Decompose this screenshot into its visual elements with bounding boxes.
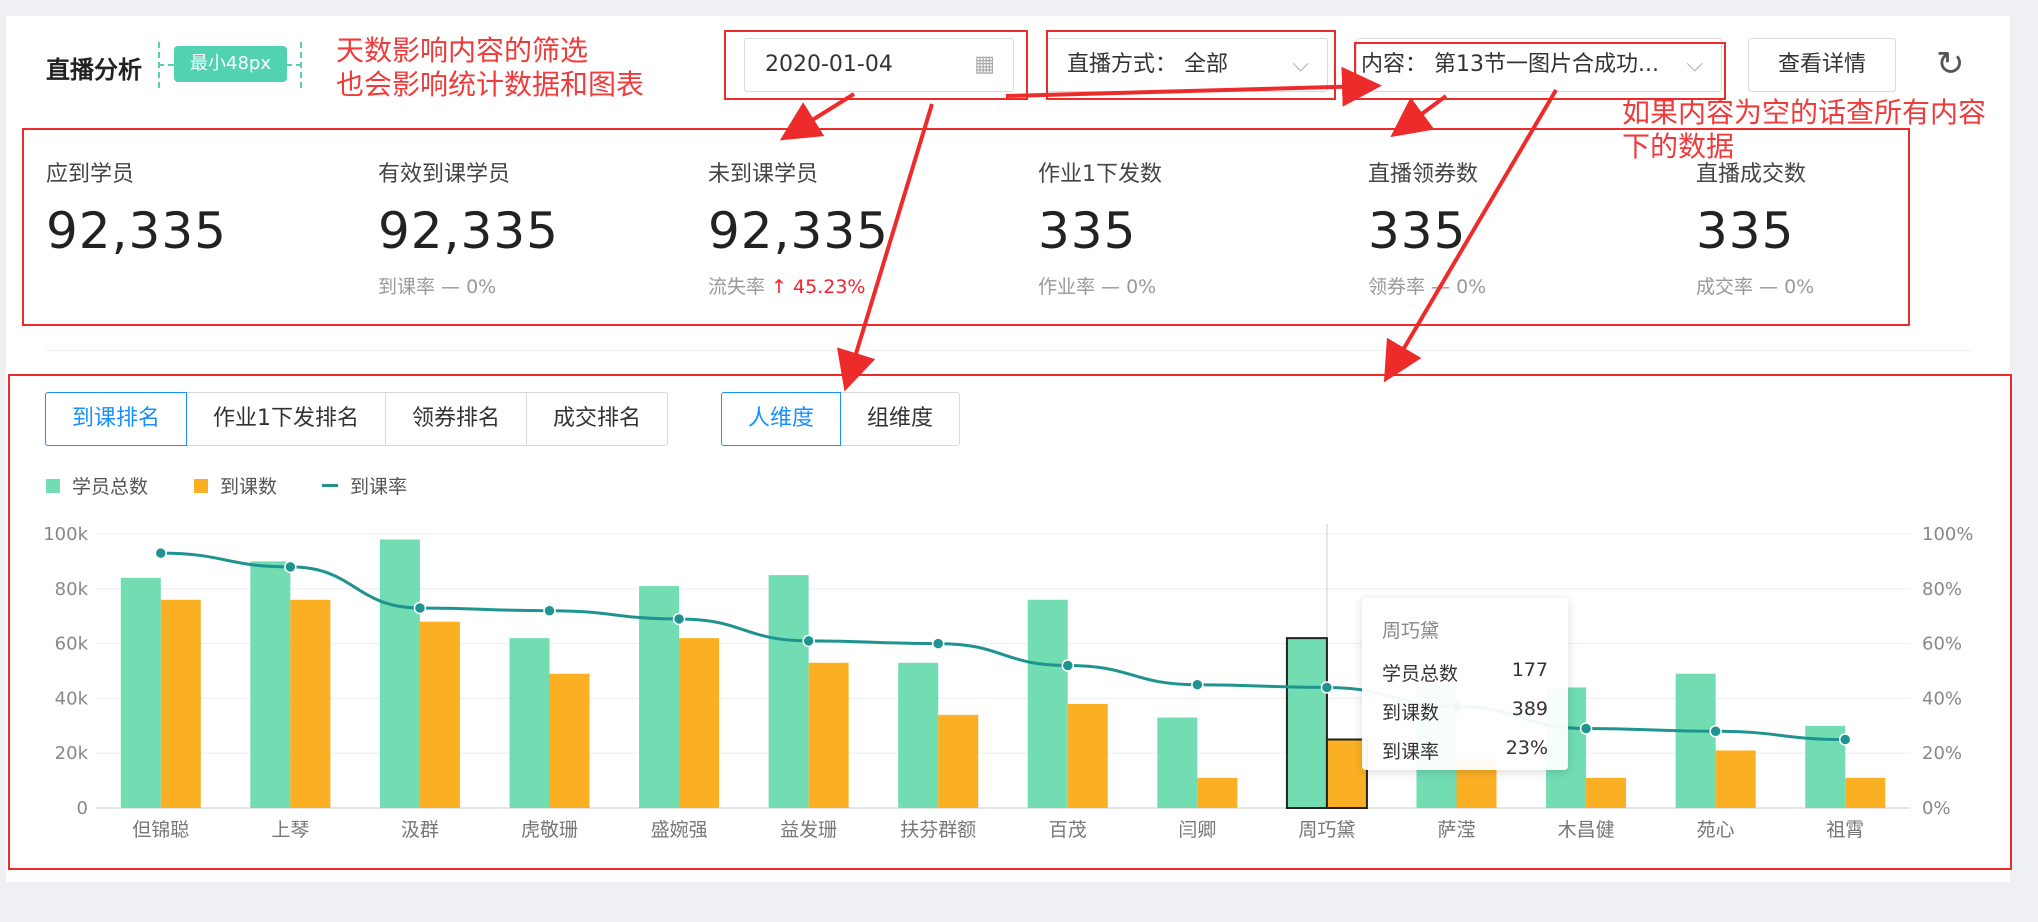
y-right-tick-label: 80%: [1922, 579, 1962, 600]
tooltip-row: 到课数 389: [1382, 698, 1548, 725]
tooltip-row: 到课率 23%: [1382, 737, 1548, 764]
bar-total: [509, 638, 550, 808]
tooltip-value: 389: [1511, 698, 1548, 720]
bar-total: [1157, 717, 1198, 808]
rate-point: [1320, 681, 1334, 694]
rate-point: [1061, 659, 1075, 672]
bar-attend: [290, 599, 331, 808]
page: 直播分析 最小48px 天数影响内容的筛选 也会影响统计数据和图表 2020-0…: [0, 0, 2038, 922]
x-category-label: 苑心: [1697, 819, 1735, 841]
y-left-tick-label: 80k: [55, 579, 89, 600]
bar-attend: [808, 662, 849, 808]
rate-point: [154, 546, 168, 560]
tab-attend-rank[interactable]: 到课排名: [45, 392, 188, 446]
tooltip-title: 周巧黛: [1382, 620, 1440, 642]
rate-point: [413, 601, 427, 615]
bar-attend: [679, 638, 720, 808]
bar-total: [250, 561, 291, 808]
bar-total: [1285, 637, 1328, 809]
x-category-label: 扶芬群额: [900, 819, 976, 841]
bar-attend: [1845, 777, 1886, 808]
attendance-chart: 0 0% 20k 20% 40k 40% 60k 60% 80k 80% 100k 100% 但锦聪 上琴…: [43, 524, 1973, 841]
rate-point: [1191, 678, 1204, 691]
rate-point: [931, 637, 945, 650]
rate-point: [1579, 722, 1593, 735]
y-right-tick-label: 60%: [1922, 634, 1962, 655]
x-category-label: 闫卿: [1178, 819, 1216, 841]
y-left-tick-label: 60k: [55, 634, 89, 655]
bar-attend: [1325, 738, 1368, 809]
bar-attend: [419, 621, 460, 808]
bar-total: [1675, 673, 1716, 808]
y-left-tick-label: 100k: [43, 524, 88, 545]
y-right-tick-label: 100%: [1922, 524, 1973, 545]
bar-total: [120, 577, 161, 808]
tab-person-dim[interactable]: 人维度: [721, 392, 842, 446]
y-left-tick-label: 20k: [55, 743, 89, 764]
tooltip-row: 学员总数 177: [1382, 659, 1548, 686]
tooltip-label: 到课率: [1382, 741, 1440, 763]
x-category-label: 益发珊: [780, 819, 837, 841]
bar-attend: [549, 673, 590, 808]
bar-total: [898, 662, 939, 808]
chart-tooltip: 周巧黛 学员总数 177 到课数 389 到课率 23%: [1362, 598, 1568, 770]
rate-point: [802, 634, 815, 648]
x-category-label: 木昌健: [1558, 819, 1615, 841]
tooltip-value: 177: [1511, 659, 1548, 681]
tooltip-label: 到课数: [1382, 702, 1440, 724]
y-right-tick-label: 40%: [1922, 688, 1962, 709]
x-category-label: 盛婉强: [651, 819, 708, 841]
bar-attend: [1197, 777, 1238, 808]
rate-point: [543, 604, 556, 617]
x-category-label: 百茂: [1049, 819, 1087, 841]
bar-attend: [1067, 703, 1108, 808]
rate-point: [1709, 725, 1722, 738]
y-left-tick-label: 40k: [55, 688, 89, 709]
x-category-label: 虎敬珊: [521, 819, 578, 841]
x-category-label: 周巧黛: [1298, 819, 1355, 841]
bar-total: [1027, 599, 1068, 808]
y-right-tick-label: 0%: [1922, 798, 1951, 819]
bar-attend: [160, 599, 201, 808]
bar-total: [768, 575, 809, 808]
bar-attend: [1715, 750, 1756, 808]
y-left-tick-label: 0: [77, 798, 88, 819]
rate-point: [672, 612, 686, 626]
bar-attend: [938, 714, 979, 808]
x-category-label: 但锦聪: [132, 819, 189, 841]
tooltip-value: 23%: [1505, 737, 1548, 759]
bar-attend: [1586, 777, 1627, 808]
rate-point: [284, 560, 297, 574]
bar-total: [379, 539, 420, 808]
x-category-label: 祖霄: [1826, 819, 1864, 841]
y-right-tick-label: 20%: [1922, 743, 1962, 764]
x-category-label: 汲群: [401, 819, 439, 841]
x-category-label: 萨滢: [1437, 819, 1475, 841]
rate-point: [1838, 733, 1852, 746]
tooltip-label: 学员总数: [1382, 663, 1459, 685]
x-category-label: 上琴: [271, 819, 309, 841]
